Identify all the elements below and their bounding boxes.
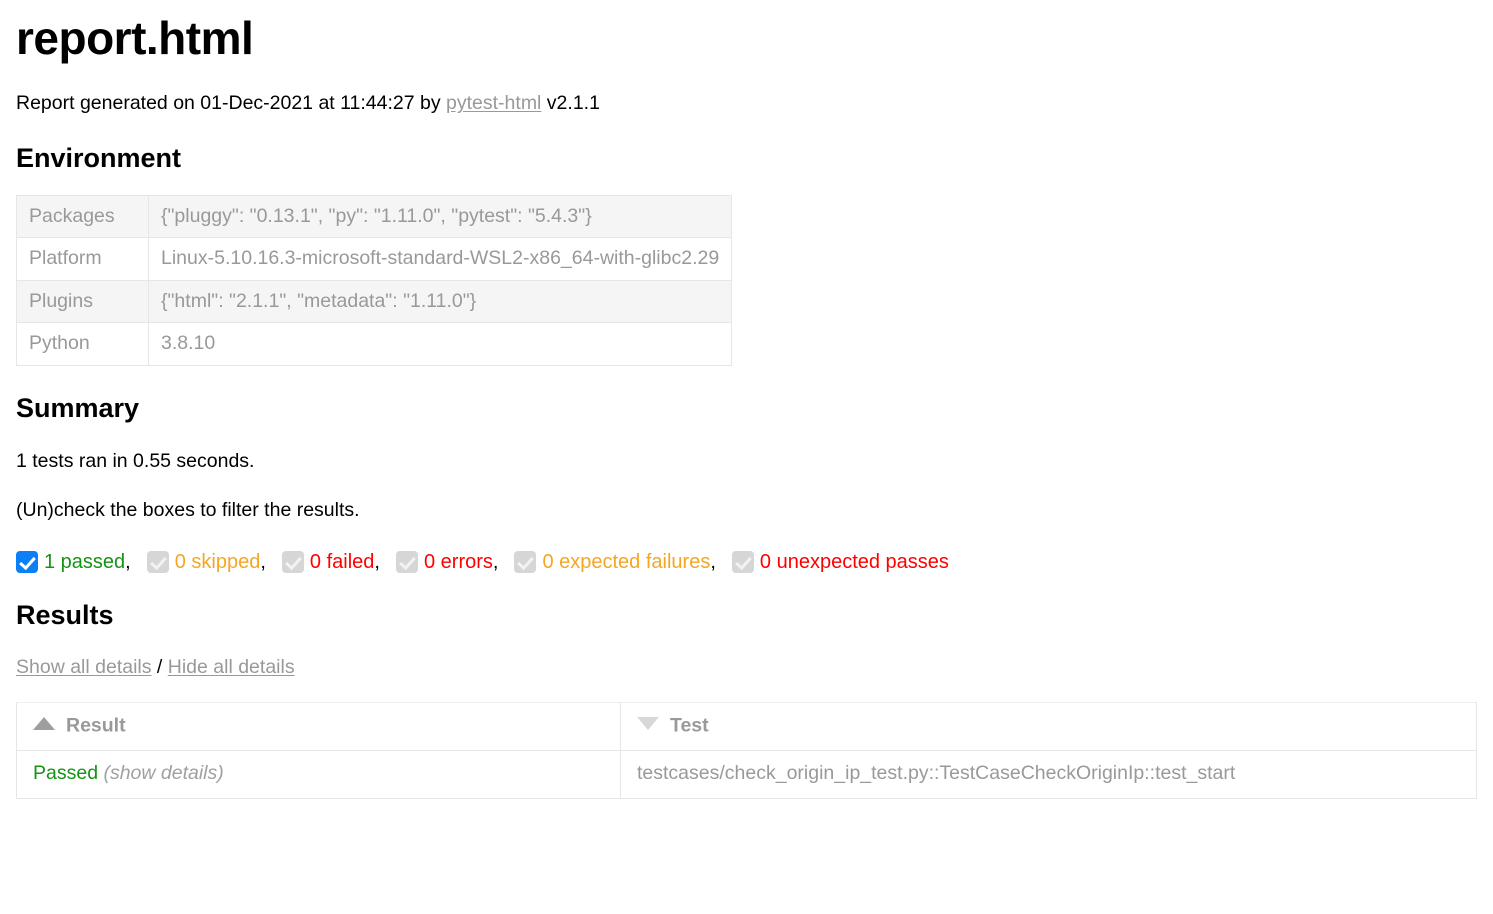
filter-failed[interactable]: 0 failed bbox=[281, 550, 375, 573]
environment-key: Platform bbox=[16, 237, 149, 281]
filter-label-expected-failures: 0 expected failures bbox=[542, 550, 711, 573]
summary-heading: Summary bbox=[16, 392, 140, 423]
report-page: report.html Report generated on 01-Dec-2… bbox=[0, 0, 1493, 799]
filter-separator: , bbox=[710, 550, 716, 573]
report-generated-line: Report generated on 01-Dec-2021 at 11:44… bbox=[16, 92, 1477, 115]
sort-descending-icon bbox=[637, 717, 659, 731]
filter-unexpected-passes[interactable]: 0 unexpected passes bbox=[731, 550, 949, 573]
filter-separator: , bbox=[260, 550, 266, 573]
table-row: Plugins {"html": "2.1.1", "metadata": "1… bbox=[16, 279, 733, 324]
status-badge: Passed bbox=[33, 762, 99, 785]
checkbox-unexpected-passes[interactable] bbox=[731, 550, 754, 573]
environment-key: Plugins bbox=[16, 279, 149, 324]
column-header-result[interactable]: Result bbox=[16, 701, 621, 751]
page-title: report.html bbox=[16, 12, 254, 64]
filter-hint-text: (Un)check the boxes to filter the result… bbox=[16, 499, 360, 522]
column-header-test-label: Test bbox=[670, 714, 709, 737]
environment-value: {"html": "2.1.1", "metadata": "1.11.0"} bbox=[147, 279, 733, 324]
results-table: Result Test Passed (show details) testca… bbox=[16, 701, 1477, 799]
column-header-result-label: Result bbox=[66, 714, 126, 737]
environment-value: 3.8.10 bbox=[147, 322, 733, 366]
filter-passed[interactable]: 1 passed bbox=[16, 550, 126, 573]
checkbox-errors[interactable] bbox=[395, 550, 418, 573]
sort-ascending-icon bbox=[33, 717, 55, 731]
filter-label-unexpected-passes: 0 unexpected passes bbox=[759, 550, 949, 573]
filter-label-failed: 0 failed bbox=[309, 550, 375, 573]
environment-table-body: Packages {"pluggy": "0.13.1", "py": "1.1… bbox=[16, 195, 733, 366]
checkbox-expected-failures[interactable] bbox=[514, 550, 537, 573]
show-all-details-link[interactable]: Show all details bbox=[16, 656, 152, 678]
details-toggle-links: Show all details / Hide all details bbox=[16, 656, 1477, 679]
results-table-body: Passed (show details) testcases/check_or… bbox=[16, 749, 1477, 799]
result-filter-checkbox-group: 1 passed , 0 skipped , 0 failed , 0 erro… bbox=[16, 550, 1477, 573]
table-row: Python 3.8.10 bbox=[16, 322, 733, 366]
generator-version-text: v2.1.1 bbox=[541, 92, 600, 115]
results-heading: Results bbox=[16, 599, 114, 630]
environment-key: Packages bbox=[16, 195, 149, 239]
environment-heading: Environment bbox=[16, 142, 182, 173]
filter-label-skipped: 0 skipped bbox=[174, 550, 261, 573]
checkbox-skipped[interactable] bbox=[146, 550, 169, 573]
result-cell: Passed (show details) bbox=[16, 749, 621, 799]
filter-separator: , bbox=[125, 550, 131, 573]
environment-value: {"pluggy": "0.13.1", "py": "1.11.0", "py… bbox=[147, 195, 733, 239]
filter-separator: , bbox=[492, 550, 499, 573]
filter-expected-failures[interactable]: 0 expected failures bbox=[514, 550, 711, 573]
checkbox-passed[interactable] bbox=[16, 550, 38, 573]
table-row: Passed (show details) testcases/check_or… bbox=[16, 749, 1477, 799]
column-header-test[interactable]: Test bbox=[620, 701, 1477, 751]
environment-table: Packages {"pluggy": "0.13.1", "py": "1.1… bbox=[16, 195, 733, 366]
test-run-duration-text: 1 tests ran in 0.55 seconds. bbox=[16, 449, 255, 472]
environment-value: Linux-5.10.16.3-microsoft-standard-WSL2-… bbox=[147, 237, 733, 281]
show-details-link[interactable]: (show details) bbox=[103, 762, 223, 784]
results-table-head: Result Test bbox=[16, 701, 1477, 751]
hide-all-details-link[interactable]: Hide all details bbox=[168, 656, 295, 678]
generated-prefix-text: Report generated on 01-Dec-2021 at 11:44… bbox=[16, 92, 447, 115]
filter-separator: , bbox=[374, 550, 380, 573]
filter-label-errors: 0 errors bbox=[423, 550, 493, 573]
table-row: Platform Linux-5.10.16.3-microsoft-stand… bbox=[16, 237, 733, 281]
filter-errors[interactable]: 0 errors bbox=[395, 550, 493, 573]
filter-label-passed: 1 passed bbox=[44, 550, 126, 573]
checkbox-failed[interactable] bbox=[281, 550, 304, 573]
filter-skipped[interactable]: 0 skipped bbox=[146, 550, 261, 573]
environment-key: Python bbox=[16, 322, 149, 366]
test-cell: testcases/check_origin_ip_test.py::TestC… bbox=[620, 749, 1477, 799]
results-header-row: Result Test bbox=[16, 701, 1477, 751]
test-path-label: testcases/check_origin_ip_test.py::TestC… bbox=[637, 762, 1236, 785]
pytest-html-link[interactable]: pytest-html bbox=[446, 92, 541, 114]
table-row: Packages {"pluggy": "0.13.1", "py": "1.1… bbox=[16, 195, 733, 239]
